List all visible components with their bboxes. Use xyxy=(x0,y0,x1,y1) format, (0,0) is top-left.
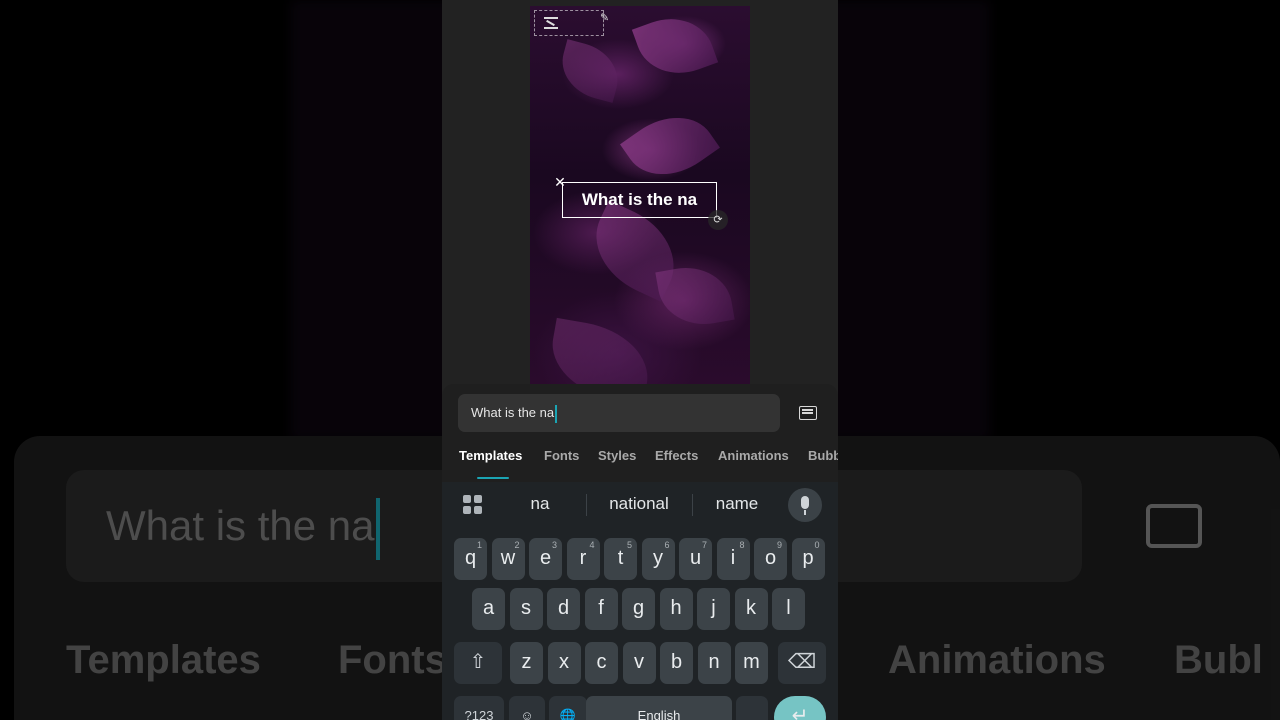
key-c[interactable]: c xyxy=(585,642,618,684)
text-overlay-label: What is the na xyxy=(581,190,698,209)
key-number-hint: 7 xyxy=(701,540,707,550)
text-overlay-box[interactable]: What is the na xyxy=(562,182,717,218)
suggestion-divider xyxy=(586,494,587,516)
style-tabs: Templates Fonts Styles Effects Animation… xyxy=(442,442,838,482)
tab-bubble[interactable]: Bubbl xyxy=(808,448,838,463)
key-number-hint: 1 xyxy=(476,540,482,550)
key-label: t xyxy=(617,547,624,569)
suggestion-bar: na national name xyxy=(442,482,838,528)
leaf-shape xyxy=(631,6,719,87)
active-tab-indicator xyxy=(477,477,509,479)
key-label: r xyxy=(579,547,587,569)
apps-grid-icon[interactable] xyxy=(463,495,483,515)
tab-fonts[interactable]: Fonts xyxy=(544,448,579,463)
microphone-icon[interactable] xyxy=(788,488,822,522)
capcut-logo-icon xyxy=(544,17,558,29)
globe-key[interactable]: 🌐 xyxy=(549,696,587,720)
key-l[interactable]: l xyxy=(772,588,805,630)
key-p[interactable]: p0 xyxy=(791,538,825,580)
key-label: y xyxy=(653,547,663,569)
key-g[interactable]: g xyxy=(622,588,655,630)
emoji-key[interactable]: ☺ xyxy=(509,696,545,720)
key-s[interactable]: s xyxy=(509,588,543,630)
key-o[interactable]: o9 xyxy=(754,538,787,580)
phone-screen: ✎ ✕ What is the na ⟳ What is the na Temp… xyxy=(442,0,838,720)
tab-styles[interactable]: Styles xyxy=(598,448,636,463)
key-number-hint: 8 xyxy=(739,540,745,550)
period-key[interactable] xyxy=(736,696,768,720)
key-label: p xyxy=(802,547,814,569)
leaf-shape xyxy=(544,317,656,384)
text-input-value: What is the na xyxy=(471,405,555,420)
leaf-shape xyxy=(655,260,735,332)
suggestion-item[interactable]: na xyxy=(495,494,585,514)
leaf-shape xyxy=(620,98,720,194)
key-label: q xyxy=(464,547,477,569)
backspace-key[interactable]: ⌫ xyxy=(778,642,826,684)
key-v[interactable]: v xyxy=(622,642,656,684)
suggestion-item[interactable]: national xyxy=(594,494,684,514)
space-key[interactable]: English xyxy=(586,696,732,720)
shift-key[interactable]: ⇧ xyxy=(454,642,502,684)
suggestion-item[interactable]: name xyxy=(692,494,782,514)
key-x[interactable]: x xyxy=(547,642,581,684)
text-caret xyxy=(555,404,557,423)
key-q[interactable]: q1 xyxy=(454,538,487,580)
key-j[interactable]: j xyxy=(697,588,730,630)
key-i[interactable]: i8 xyxy=(716,538,750,580)
key-f[interactable]: f xyxy=(584,588,618,630)
key-label: u xyxy=(689,547,702,569)
soft-keyboard: na national name q1w2e3r4t5y6u7i8o9p0 as… xyxy=(442,482,838,720)
key-number-hint: 5 xyxy=(626,540,632,550)
key-a[interactable]: a xyxy=(472,588,505,630)
tab-effects[interactable]: Effects xyxy=(655,448,698,463)
text-input-field[interactable]: What is the na xyxy=(458,394,780,432)
rotate-scale-icon[interactable]: ⟳ xyxy=(708,210,728,230)
key-d[interactable]: d xyxy=(547,588,580,630)
key-number-hint: 3 xyxy=(551,540,557,550)
enter-key[interactable]: ↵ xyxy=(774,696,826,720)
video-preview[interactable]: ✎ ✕ What is the na ⟳ xyxy=(530,6,750,384)
key-label: o xyxy=(764,547,777,569)
tab-templates[interactable]: Templates xyxy=(459,448,522,463)
key-label: i xyxy=(730,547,736,569)
key-b[interactable]: b xyxy=(660,642,693,684)
key-n[interactable]: n xyxy=(697,642,731,684)
key-number-hint: 0 xyxy=(814,540,820,550)
pencil-icon[interactable]: ✎ xyxy=(600,12,612,24)
key-number-hint: 9 xyxy=(776,540,782,550)
keyboard-icon[interactable] xyxy=(799,406,817,420)
key-number-hint: 6 xyxy=(664,540,670,550)
key-w[interactable]: w2 xyxy=(491,538,525,580)
key-m[interactable]: m xyxy=(735,642,768,684)
key-label: e xyxy=(539,547,552,569)
key-number-hint: 2 xyxy=(514,540,520,550)
text-edit-sheet: What is the na Templates Fonts Styles Ef… xyxy=(442,384,838,484)
key-t[interactable]: t5 xyxy=(604,538,637,580)
key-y[interactable]: y6 xyxy=(641,538,675,580)
leaf-shape xyxy=(554,39,626,103)
key-e[interactable]: e3 xyxy=(529,538,562,580)
capcut-watermark[interactable]: ✎ xyxy=(534,10,609,36)
key-u[interactable]: u7 xyxy=(679,538,712,580)
key-k[interactable]: k xyxy=(734,588,768,630)
key-label: w xyxy=(500,547,516,569)
key-r[interactable]: r4 xyxy=(566,538,600,580)
key-h[interactable]: h xyxy=(659,588,693,630)
tab-animations[interactable]: Animations xyxy=(718,448,789,463)
key-number-hint: 4 xyxy=(589,540,595,550)
key-z[interactable]: z xyxy=(510,642,543,684)
symbols-key[interactable]: ?123 xyxy=(454,696,504,720)
